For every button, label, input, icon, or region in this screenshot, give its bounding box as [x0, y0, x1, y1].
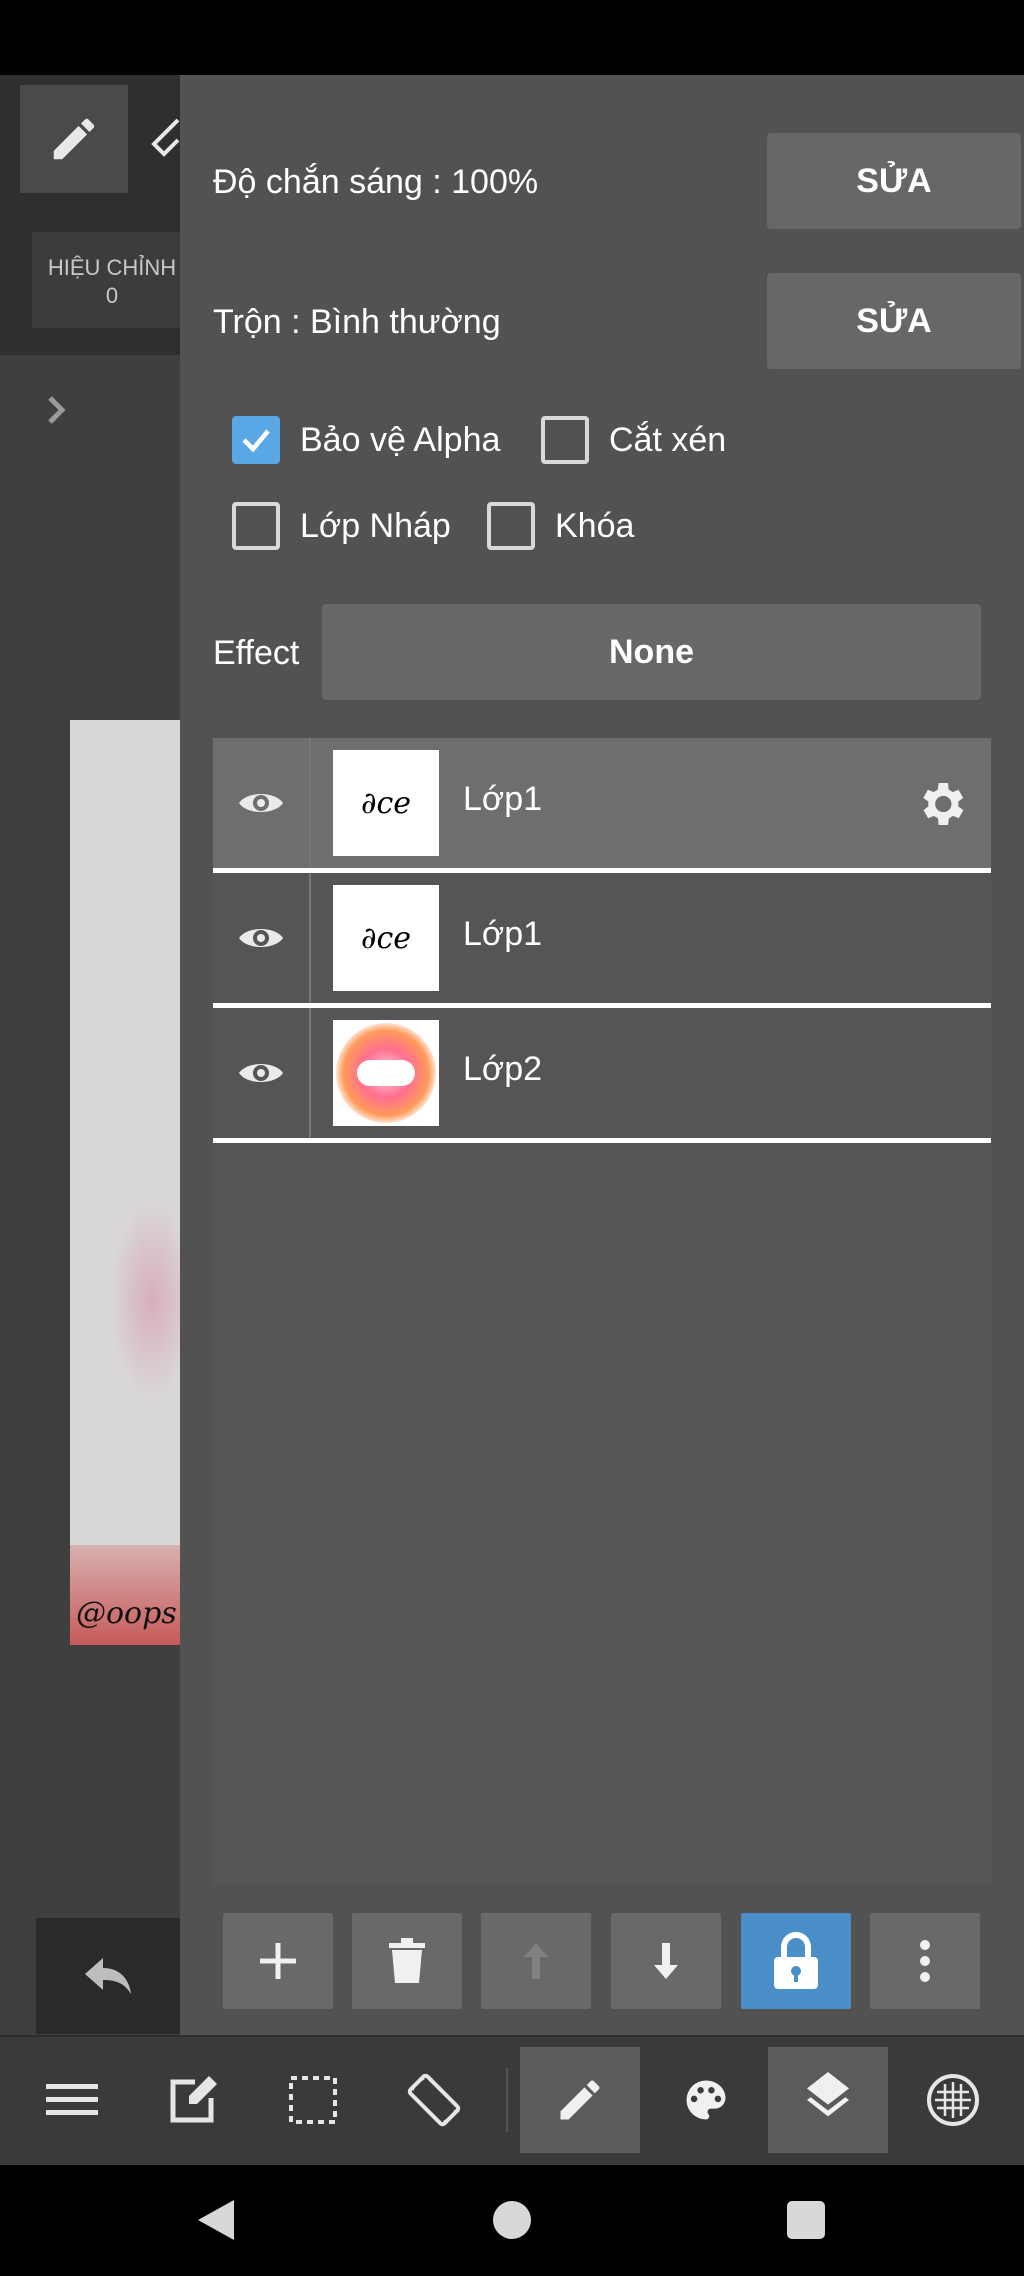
plus-icon	[260, 1943, 296, 1979]
undo-button[interactable]	[36, 1918, 180, 2034]
expand-chevron-icon[interactable]	[36, 390, 76, 430]
more-options-button[interactable]	[870, 1913, 980, 2009]
move-layer-up-button[interactable]	[481, 1913, 591, 2009]
lock-layer-button[interactable]	[741, 1913, 851, 2009]
thumbnail-text: ∂ce	[360, 920, 412, 956]
home-icon[interactable]	[482, 2190, 542, 2250]
opacity-label: Độ chắn sáng : 100%	[213, 163, 539, 201]
recents-icon[interactable]	[776, 2190, 836, 2250]
menu-icon	[46, 2084, 98, 2115]
layer-row[interactable]: Lớp2	[213, 1008, 991, 1143]
canvas-signature: @oops	[76, 1596, 177, 1631]
rotate-canvas-button[interactable]	[374, 2047, 494, 2153]
layer-thumbnail: ∂ce	[333, 885, 439, 991]
adjust-button[interactable]: HIỆU CHỈNH 0	[32, 232, 192, 328]
layers-button[interactable]	[768, 2047, 888, 2153]
clipping-checkbox[interactable]: Cắt xén	[541, 416, 726, 464]
menu-button[interactable]	[12, 2047, 132, 2153]
effect-label: Effect	[213, 634, 300, 672]
checkbox-unchecked-icon	[541, 416, 589, 464]
row-divider	[309, 1008, 311, 1138]
row-divider	[309, 873, 311, 1003]
thumbnail-splash	[336, 1023, 436, 1123]
move-layer-down-button[interactable]	[611, 1913, 721, 2009]
checkbox-checked-icon	[232, 416, 280, 464]
layer-name: Lớp1	[463, 780, 543, 818]
back-icon[interactable]	[186, 2190, 246, 2250]
selection-button[interactable]	[253, 2047, 373, 2153]
pen-icon	[53, 118, 95, 160]
undo-icon	[85, 1958, 131, 1994]
visibility-eye-icon[interactable]	[233, 915, 289, 961]
status-bar	[0, 0, 1024, 75]
thumbnail-text: ∂ce	[360, 785, 412, 821]
trash-icon	[389, 1938, 425, 1983]
draft-layer-label: Lớp Nháp	[300, 506, 451, 545]
alpha-protect-checkbox[interactable]: Bảo vệ Alpha	[232, 416, 500, 464]
canvas-paint	[110, 1200, 180, 1400]
draft-layer-checkbox[interactable]: Lớp Nháp	[232, 502, 451, 550]
eraser-tool-button[interactable]	[150, 110, 180, 170]
row-divider	[309, 738, 311, 868]
effect-select-button[interactable]: None	[322, 604, 981, 700]
arrow-up-icon	[524, 1943, 548, 1979]
layer-row[interactable]: ∂ce Lớp1	[213, 738, 991, 873]
lock-checkbox[interactable]: Khóa	[487, 502, 634, 550]
visibility-eye-icon[interactable]	[233, 1050, 289, 1096]
palette-icon	[686, 2080, 726, 2120]
material-button[interactable]	[893, 2047, 1013, 2153]
layer-thumbnail	[333, 1020, 439, 1126]
selection-icon	[289, 2076, 337, 2124]
add-layer-button[interactable]	[223, 1913, 333, 2009]
layer-name: Lớp1	[463, 915, 543, 953]
layer-thumbnail: ∂ce	[333, 750, 439, 856]
more-vertical-icon	[920, 1940, 930, 1982]
alpha-protect-label: Bảo vệ Alpha	[300, 420, 501, 459]
gear-icon[interactable]	[913, 776, 969, 832]
drawing-canvas[interactable]: @oops	[70, 720, 180, 1645]
visibility-eye-icon[interactable]	[233, 780, 289, 826]
eraser-icon	[151, 118, 180, 157]
opacity-edit-button[interactable]: SỬA	[767, 133, 1021, 229]
edit-square-icon	[170, 2076, 217, 2123]
adjust-label: HIỆU CHỈNH	[47, 255, 177, 280]
pen-tool-button[interactable]	[20, 85, 128, 193]
checkbox-unchecked-icon	[232, 502, 280, 550]
layer-name: Lớp2	[463, 1050, 543, 1088]
rotate-icon	[407, 2073, 461, 2127]
layers-icon	[807, 2072, 849, 2117]
blend-edit-button[interactable]: SỬA	[767, 273, 1021, 369]
arrow-down-icon	[654, 1943, 678, 1979]
lock-icon	[774, 1932, 818, 1989]
toolbar-separator	[506, 2068, 508, 2132]
grid-circle-icon	[927, 2074, 979, 2126]
adjust-value: 0	[105, 283, 119, 308]
edit-button[interactable]	[133, 2047, 253, 2153]
layer-row[interactable]: ∂ce Lớp1	[213, 873, 991, 1008]
delete-layer-button[interactable]	[352, 1913, 462, 2009]
blend-mode-label: Trộn : Bình thường	[213, 303, 501, 341]
lock-label: Khóa	[555, 506, 635, 545]
brush-tool-button[interactable]	[520, 2047, 640, 2153]
clipping-label: Cắt xén	[609, 420, 727, 459]
pen-icon	[560, 2080, 600, 2120]
color-palette-button[interactable]	[646, 2047, 766, 2153]
checkbox-unchecked-icon	[487, 502, 535, 550]
